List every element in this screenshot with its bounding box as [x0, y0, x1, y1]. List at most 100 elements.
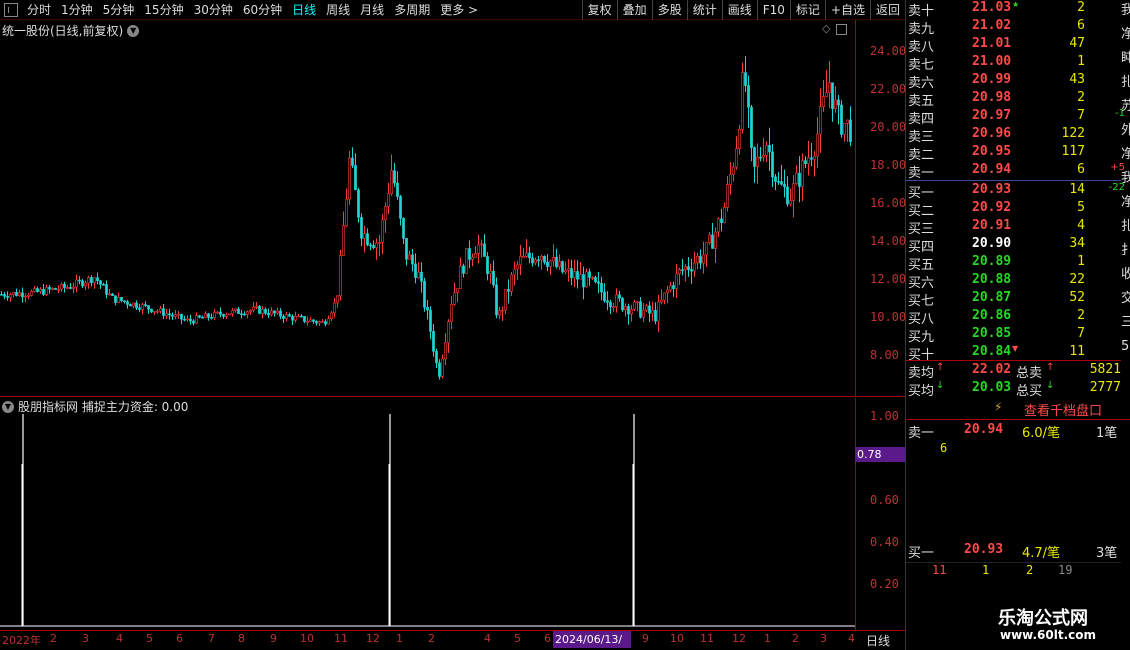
bid-level-row[interactable]: 买九 20.85 7	[906, 326, 1121, 345]
ask-level-row[interactable]: 卖五 20.98 2	[906, 90, 1121, 109]
period-tab-15min[interactable]: 15分钟	[139, 0, 188, 20]
bid-level-row[interactable]: 买七 20.87 52	[906, 290, 1121, 309]
level-price: 20.85	[972, 326, 1012, 341]
panel-toggle-icon[interactable]	[4, 2, 18, 17]
candle-body	[129, 304, 132, 307]
truncated-side-column: 我净盹扎苏外净我净扎扌收交三5	[1121, 0, 1130, 360]
adjust-button[interactable]: 复权	[581, 0, 617, 20]
candle-body	[738, 128, 741, 150]
period-tab-multi[interactable]: 多周期	[389, 0, 435, 20]
level-volume: 1	[1077, 254, 1085, 269]
ask-level-row[interactable]: 卖三 20.96 122	[906, 126, 1121, 145]
bid-level-row[interactable]: 买一 20.93 14 -22	[906, 182, 1125, 201]
candle-body	[498, 310, 501, 316]
bid-level-row[interactable]: 买八 20.86 2	[906, 308, 1121, 327]
ask-queue-header: 卖一 20.94 6.0/笔 1笔	[906, 422, 1121, 441]
level-price: 21.02	[972, 18, 1012, 33]
date-tick: 11	[334, 632, 348, 645]
candle-body	[672, 285, 675, 289]
date-tick: 12	[732, 632, 746, 645]
candle-body	[840, 104, 843, 135]
price-tick: 18.00	[870, 158, 907, 172]
level-volume: 14	[1069, 182, 1085, 197]
bid-queue-orders: 11 1 2 19	[906, 562, 1121, 580]
bid-level-row[interactable]: 买五 20.89 1	[906, 254, 1121, 273]
date-tick: 1	[396, 632, 403, 645]
candle-body	[501, 309, 504, 312]
bid-level-row[interactable]: 买六 20.88 22	[906, 272, 1121, 291]
date-tick: 9	[642, 632, 649, 645]
candle-body	[597, 281, 600, 284]
candle-body	[132, 302, 135, 307]
candle-body	[105, 284, 108, 295]
candle-body	[420, 271, 423, 282]
level-price: 20.97	[972, 108, 1012, 123]
ask-level-row[interactable]: 卖八 21.01 47	[906, 36, 1121, 55]
ask-level-row[interactable]: 卖七 21.00 1	[906, 54, 1121, 73]
level-label: 买三	[908, 222, 935, 237]
period-tab-1min[interactable]: 1分钟	[56, 0, 98, 20]
candle-body	[6, 295, 9, 298]
period-tab-5min[interactable]: 5分钟	[98, 0, 140, 20]
summary-divider	[906, 360, 1121, 361]
ask-level-row[interactable]: 卖一 20.94 6 +5	[906, 162, 1125, 181]
indicator-tick: 0.60	[870, 493, 899, 507]
f10-button[interactable]: F10	[756, 0, 790, 20]
view-thousand-depth-link[interactable]: 查看千档盘口	[1024, 400, 1102, 419]
ask-level-row[interactable]: 卖十 21.03 2 ★	[906, 0, 1121, 19]
date-tick: 3	[82, 632, 89, 645]
candle-body	[18, 292, 21, 296]
candle-body	[324, 321, 327, 325]
date-tick: 2	[50, 632, 57, 645]
draw-line-button[interactable]: 画线	[721, 0, 757, 20]
candle-body	[141, 304, 144, 310]
side-char: 净	[1121, 147, 1130, 162]
candle-body	[465, 248, 468, 274]
candle-body	[555, 256, 558, 267]
indicator-panel[interactable]: ▼ 股朋指标网 捕捉主力资金: 0.00 1.00 0.60 0.40 0.20…	[0, 398, 905, 630]
mark-button[interactable]: 标记	[789, 0, 825, 20]
period-tab-monthly[interactable]: 月线	[355, 0, 389, 20]
period-tab-30min[interactable]: 30分钟	[189, 0, 238, 20]
multi-stock-button[interactable]: 多股	[651, 0, 687, 20]
overlay-button[interactable]: 叠加	[616, 0, 652, 20]
level-volume: 7	[1077, 326, 1085, 341]
ask-level-row[interactable]: 卖四 20.97 7 -1	[906, 108, 1125, 127]
ask-level-row[interactable]: 卖六 20.99 43	[906, 72, 1121, 91]
date-axis: 2022年 2 3 4 5 6 7 8 9 10 11 12 1 2 4 5 6…	[0, 630, 905, 650]
add-watchlist-button[interactable]: +自选	[824, 0, 870, 20]
level-label: 卖九	[908, 22, 935, 37]
statistics-button[interactable]: 统计	[686, 0, 722, 20]
level-label: 买六	[908, 276, 935, 291]
level-volume: 47	[1069, 36, 1085, 51]
bid-level-row[interactable]: 买二 20.92 5	[906, 200, 1121, 219]
back-button[interactable]: 返回	[869, 0, 905, 20]
candle-body	[405, 238, 408, 260]
candle-body	[153, 310, 156, 313]
candle-body	[384, 206, 387, 221]
period-tab-60min[interactable]: 60分钟	[238, 0, 287, 20]
ask-level-row[interactable]: 卖二 20.95 117	[906, 144, 1121, 163]
period-tab-daily[interactable]: 日线	[287, 0, 321, 20]
bid-level-row[interactable]: 买三 20.91 4	[906, 218, 1121, 237]
candle-body	[24, 295, 27, 298]
candlestick-panel[interactable]: 统一股份(日线,前复权) ▼ ◇ 24.00 22.00 20.00 18.00…	[0, 20, 907, 397]
period-tab-weekly[interactable]: 周线	[321, 0, 355, 20]
candle-body	[261, 309, 264, 314]
ask-level-row[interactable]: 卖九 21.02 6	[906, 18, 1121, 37]
candle-body	[426, 307, 429, 311]
candle-body	[744, 72, 747, 86]
level-price: 20.90	[972, 236, 1012, 251]
queue-order: 1	[982, 563, 990, 577]
bid-level-row[interactable]: 买四 20.90 34	[906, 236, 1121, 255]
candle-body	[525, 252, 528, 257]
candle-body	[147, 305, 150, 310]
date-tick: 5	[146, 632, 153, 645]
period-tab-more[interactable]: 更多 >	[435, 0, 483, 20]
candle-body	[708, 234, 711, 244]
candle-body	[168, 313, 171, 316]
marker-icon: ★	[1012, 0, 1020, 9]
candle-body	[252, 306, 255, 311]
period-tab-fenshi[interactable]: 分时	[22, 0, 56, 20]
candle-body	[783, 183, 786, 188]
